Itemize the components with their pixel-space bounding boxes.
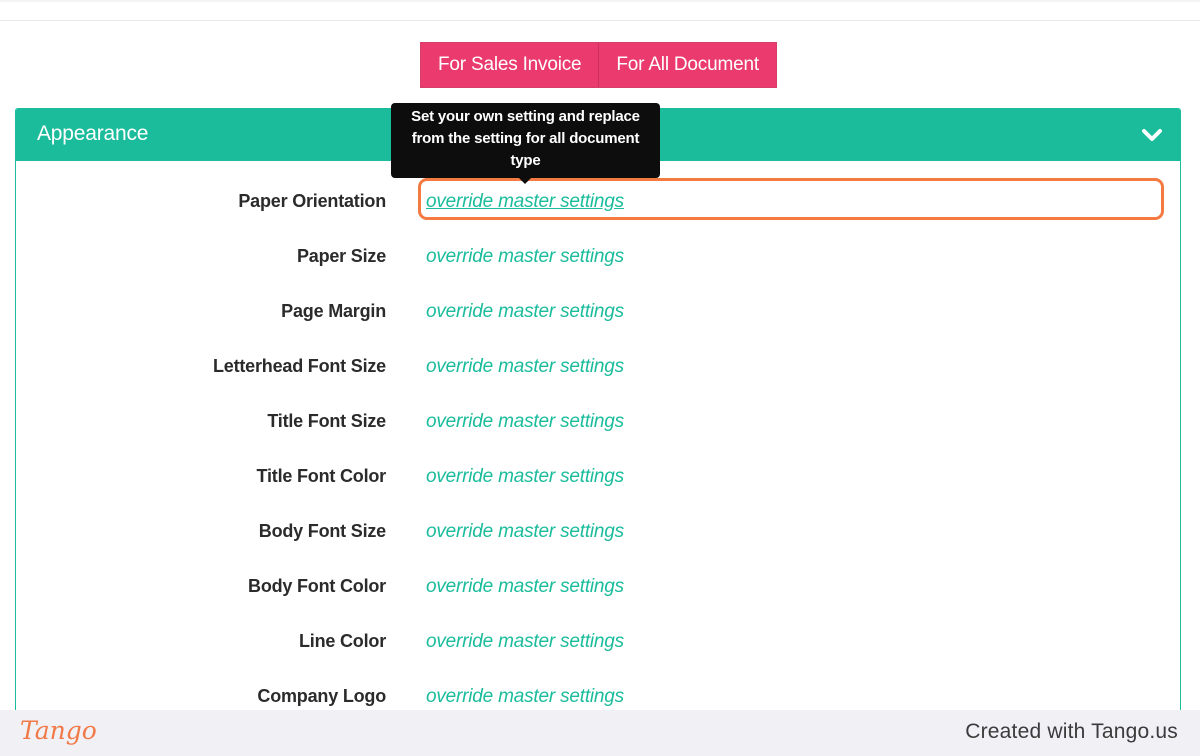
setting-label: Line Color [299, 631, 386, 651]
setting-label: Body Font Size [258, 521, 386, 541]
setting-label: Title Font Size [267, 411, 386, 431]
setting-row-title-font-size: Title Font Size override master settings [16, 402, 1180, 442]
setting-label: Page Margin [281, 301, 386, 321]
override-master-settings-link[interactable]: override master settings [426, 411, 624, 433]
override-master-settings-link[interactable]: override master settings [426, 521, 624, 543]
for-all-document-button[interactable]: For All Document [598, 43, 776, 87]
for-sales-invoice-button[interactable]: For Sales Invoice [421, 43, 599, 87]
override-master-settings-link[interactable]: override master settings [426, 466, 624, 488]
setting-label: Paper Orientation [238, 191, 386, 211]
override-master-settings-link[interactable]: override master settings [426, 301, 624, 323]
document-type-toggle: For Sales Invoice For All Document [420, 42, 777, 88]
override-master-settings-link[interactable]: override master settings [426, 356, 624, 378]
tooltip-arrow [519, 178, 531, 184]
tango-logo: Tango [20, 716, 97, 745]
setting-row-paper-size: Paper Size override master settings [16, 237, 1180, 277]
footer: Tango Created with Tango.us [0, 710, 1200, 756]
top-strip [0, 0, 1200, 21]
override-master-settings-link[interactable]: override master settings [426, 631, 624, 653]
footer-credit: Created with Tango.us [965, 720, 1178, 743]
setting-row-line-color: Line Color override master settings [16, 622, 1180, 662]
setting-label: Paper Size [296, 246, 386, 266]
page: For Sales Invoice For All Document Appea… [0, 0, 1200, 710]
setting-label: Letterhead Font Size [212, 356, 386, 376]
setting-row-body-font-size: Body Font Size override master settings [16, 512, 1180, 552]
setting-row-body-font-color: Body Font Color override master settings [16, 567, 1180, 607]
override-master-settings-link[interactable]: override master settings [426, 686, 624, 708]
setting-label: Body Font Color [248, 576, 386, 596]
setting-row-title-font-color: Title Font Color override master setting… [16, 457, 1180, 497]
override-master-settings-link[interactable]: override master settings [426, 246, 624, 268]
setting-row-letterhead-font-size: Letterhead Font Size override master set… [16, 347, 1180, 387]
tooltip-text: Set your own setting and replace from th… [411, 108, 640, 169]
setting-row-page-margin: Page Margin override master settings [16, 292, 1180, 332]
chevron-down-icon[interactable] [1140, 123, 1164, 147]
tooltip: Set your own setting and replace from th… [391, 103, 660, 184]
setting-label: Company Logo [257, 686, 386, 706]
override-master-settings-link[interactable]: override master settings [426, 576, 624, 598]
setting-row-company-logo: Company Logo override master settings [16, 677, 1180, 710]
panel-title: Appearance [37, 122, 149, 145]
setting-label: Title Font Color [256, 466, 387, 486]
highlight-box [418, 178, 1164, 220]
